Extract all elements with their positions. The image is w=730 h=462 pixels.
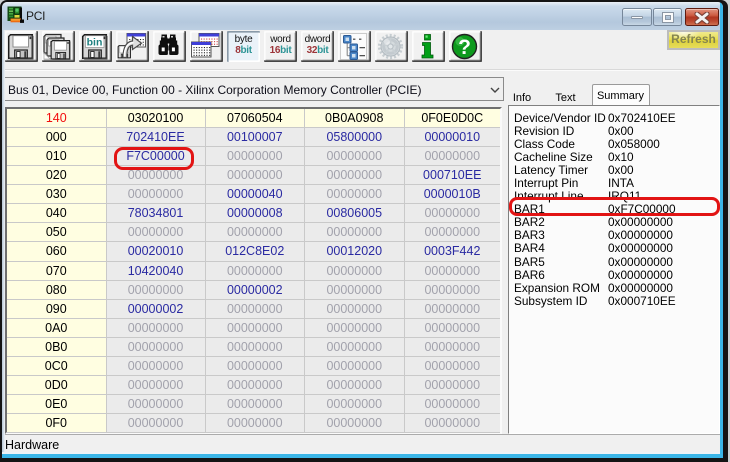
svg-text:?: ? <box>458 36 471 59</box>
svg-text:bin: bin <box>87 37 103 49</box>
